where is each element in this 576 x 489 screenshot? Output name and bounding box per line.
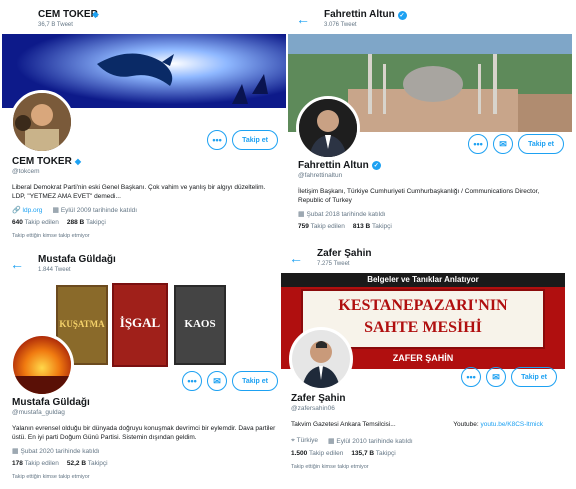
followers-stat[interactable]: 135,7 B Takipçi xyxy=(351,450,395,457)
link-icon: 🔗 xyxy=(12,207,21,214)
mutual-followers-note: Takip ettiğin kimse takip etmiyor xyxy=(12,233,90,239)
follow-button[interactable]: Takip et xyxy=(518,134,564,154)
follow-button[interactable]: Takip et xyxy=(232,371,278,391)
bio-text: Takvim Gazetesi Ankara Temsilcisi... xyxy=(291,421,396,428)
more-options-button[interactable]: ••• xyxy=(461,367,482,387)
header-name: Fahrettin Altun ✓ xyxy=(324,9,407,20)
location: Türkiye xyxy=(296,437,318,444)
bio: İletişim Başkanı, Türkiye Cumhuriyeti Cu… xyxy=(298,188,540,204)
handle: @tokcem xyxy=(12,168,40,175)
header-name: Zafer Şahin xyxy=(317,248,372,259)
avatar[interactable] xyxy=(296,96,360,160)
avatar[interactable] xyxy=(10,90,74,154)
display-name: CEM TOKER ◆ xyxy=(12,156,278,167)
profile-actions: ••• ✉ Takip et xyxy=(461,367,557,387)
banner-title-line1: KESTANEPAZARI'NIN xyxy=(338,297,508,314)
verified-icon: ✓ xyxy=(397,11,407,20)
following-stat[interactable]: 759 Takip edilen xyxy=(298,223,345,230)
handle: @mustafa_guldag xyxy=(12,409,65,416)
header-name: Mustafa Güldağı xyxy=(38,254,116,265)
handle: @zafersahin06 xyxy=(291,405,335,412)
message-button[interactable]: ✉ xyxy=(207,371,228,391)
follow-stats: 759 Takip edilen 813 B Takipçi xyxy=(298,223,564,230)
book-title-3: KAOS xyxy=(184,318,215,330)
more-options-button[interactable]: ••• xyxy=(468,134,489,154)
calendar-icon: ▦ xyxy=(298,211,305,218)
join-date: Şubat 2018 tarihinde katıldı xyxy=(306,211,386,218)
display-name: Fahrettin Altun ✓ xyxy=(298,160,564,171)
youtube-link[interactable]: youtu.be/K8CS-ltmick xyxy=(481,421,544,428)
profile-info: Mustafa Güldağı @mustafa_guldag Yalanın … xyxy=(12,397,278,480)
followers-stat[interactable]: 288 B Takipçi xyxy=(67,219,106,226)
join-date: Eylül 2010 tarihinde katıldı xyxy=(336,438,413,445)
verified-icon: ◆ xyxy=(92,9,99,19)
verified-icon: ◆ xyxy=(74,157,81,166)
back-arrow-icon[interactable]: ← xyxy=(10,256,24,272)
calendar-icon: ▦ xyxy=(327,438,335,445)
follow-button[interactable]: Takip et xyxy=(511,367,557,387)
profile-header: ← Mustafa Güldağı 1.844 Tweet xyxy=(2,249,286,279)
profile-info: Zafer Şahin @zafersahin06 Takvim Gazetes… xyxy=(291,393,557,470)
tweet-count: 3.076 Tweet xyxy=(324,22,357,28)
profile-info: CEM TOKER ◆ @tokcem Liberal Demokrat Part… xyxy=(12,156,278,239)
calendar-icon: ▦ xyxy=(12,448,19,455)
location-icon: ⌖ xyxy=(291,437,295,444)
bio: Yalanın evrensel olduğu bir dünyada doğr… xyxy=(12,425,276,441)
tweet-count: 36,7 B Tweet xyxy=(38,22,73,28)
display-name-text: Fahrettin Altun xyxy=(298,160,369,171)
profile-header: ← Zafer Şahin 7.275 Tweet xyxy=(281,243,565,273)
verified-icon: ✓ xyxy=(371,161,381,170)
following-stat[interactable]: 1.500 Takip edilen xyxy=(291,450,343,457)
youtube-label: Youtube: xyxy=(453,421,479,428)
profile-panel-mustafa-guldagi: ← Mustafa Güldağı 1.844 Tweet KUŞATMA İŞ… xyxy=(2,249,286,489)
profile-meta: ▦ Şubat 2020 tarihinde katıldı xyxy=(12,447,278,455)
profile-panel-cem-toker: CEM TOKER ◆ 36,7 B Tweet ••• Takip et CE… xyxy=(2,4,286,244)
follow-button[interactable]: Takip et xyxy=(232,130,278,150)
book-title-1: KUŞATMA xyxy=(59,319,105,329)
bio: Takvim Gazetesi Ankara Temsilcisi... You… xyxy=(291,420,557,429)
book-title-2: İŞGAL xyxy=(120,315,161,330)
message-button[interactable]: ✉ xyxy=(486,367,507,387)
profile-panel-zafer-sahin: ← Zafer Şahin 7.275 Tweet Belgeler ve Ta… xyxy=(281,243,565,485)
join-date: Eylül 2009 tarihinde katıldı xyxy=(60,207,138,214)
avatar[interactable] xyxy=(289,327,353,391)
display-name: Mustafa Güldağı xyxy=(12,397,90,408)
banner-subtitle: Belgeler ve Tanıklar Anlatıyor xyxy=(281,273,565,287)
display-name: Zafer Şahin xyxy=(291,393,346,404)
profile-meta: ⌖ Türkiye ▦ Eylül 2010 tarihinde katıldı xyxy=(291,437,557,445)
bio: Liberal Demokrat Parti'nin eski Genel Ba… xyxy=(12,184,266,200)
back-arrow-icon[interactable]: ← xyxy=(296,11,310,27)
mutual-followers-note: Takip ettiğin kimse takip etmiyor xyxy=(12,474,90,480)
message-button[interactable]: ✉ xyxy=(493,134,514,154)
tweet-count: 1.844 Tweet xyxy=(38,267,71,273)
calendar-icon: ▦ xyxy=(52,207,60,214)
profile-meta: ▦ Şubat 2018 tarihinde katıldı xyxy=(298,210,564,218)
tweet-count: 7.275 Tweet xyxy=(317,261,350,267)
profile-header: CEM TOKER ◆ 36,7 B Tweet xyxy=(2,4,286,34)
back-arrow-icon[interactable]: ← xyxy=(289,250,303,266)
profile-header: ← Fahrettin Altun ✓ 3.076 Tweet xyxy=(288,4,572,34)
followers-stat[interactable]: 813 B Takipçi xyxy=(353,223,392,230)
more-options-button[interactable]: ••• xyxy=(182,371,203,391)
profile-actions: ••• Takip et xyxy=(207,130,278,150)
profile-actions: ••• ✉ Takip et xyxy=(182,371,278,391)
profile-meta: 🔗 ldp.org ▦ Eylül 2009 tarihinde katıldı xyxy=(12,206,278,214)
follow-stats: 640 Takip edilen 288 B Takipçi xyxy=(12,219,278,226)
following-stat[interactable]: 178 Takip edilen xyxy=(12,460,59,467)
followers-stat[interactable]: 52,2 B Takipçi xyxy=(67,460,108,467)
profile-actions: ••• ✉ Takip et xyxy=(468,134,564,154)
join-date: Şubat 2020 tarihinde katıldı xyxy=(20,448,100,455)
follow-stats: 1.500 Takip edilen 135,7 B Takipçi xyxy=(291,450,557,457)
header-name: CEM TOKER xyxy=(38,9,98,20)
more-options-button[interactable]: ••• xyxy=(207,130,228,150)
profile-panel-fahrettin-altun: ← Fahrettin Altun ✓ 3.076 Tweet ••• ✉ Ta… xyxy=(288,4,572,244)
handle: @fahrettinaltun xyxy=(298,172,343,179)
display-name-text: CEM TOKER xyxy=(12,156,72,167)
avatar[interactable] xyxy=(10,333,74,397)
follow-stats: 178 Takip edilen 52,2 B Takipçi xyxy=(12,460,278,467)
profile-info: Fahrettin Altun ✓ @fahrettinaltun İletişi… xyxy=(298,160,564,230)
following-stat[interactable]: 640 Takip edilen xyxy=(12,219,59,226)
mutual-followers-note: Takip ettiğin kimse takip etmiyor xyxy=(291,464,369,470)
website-link[interactable]: ldp.org xyxy=(23,207,43,214)
